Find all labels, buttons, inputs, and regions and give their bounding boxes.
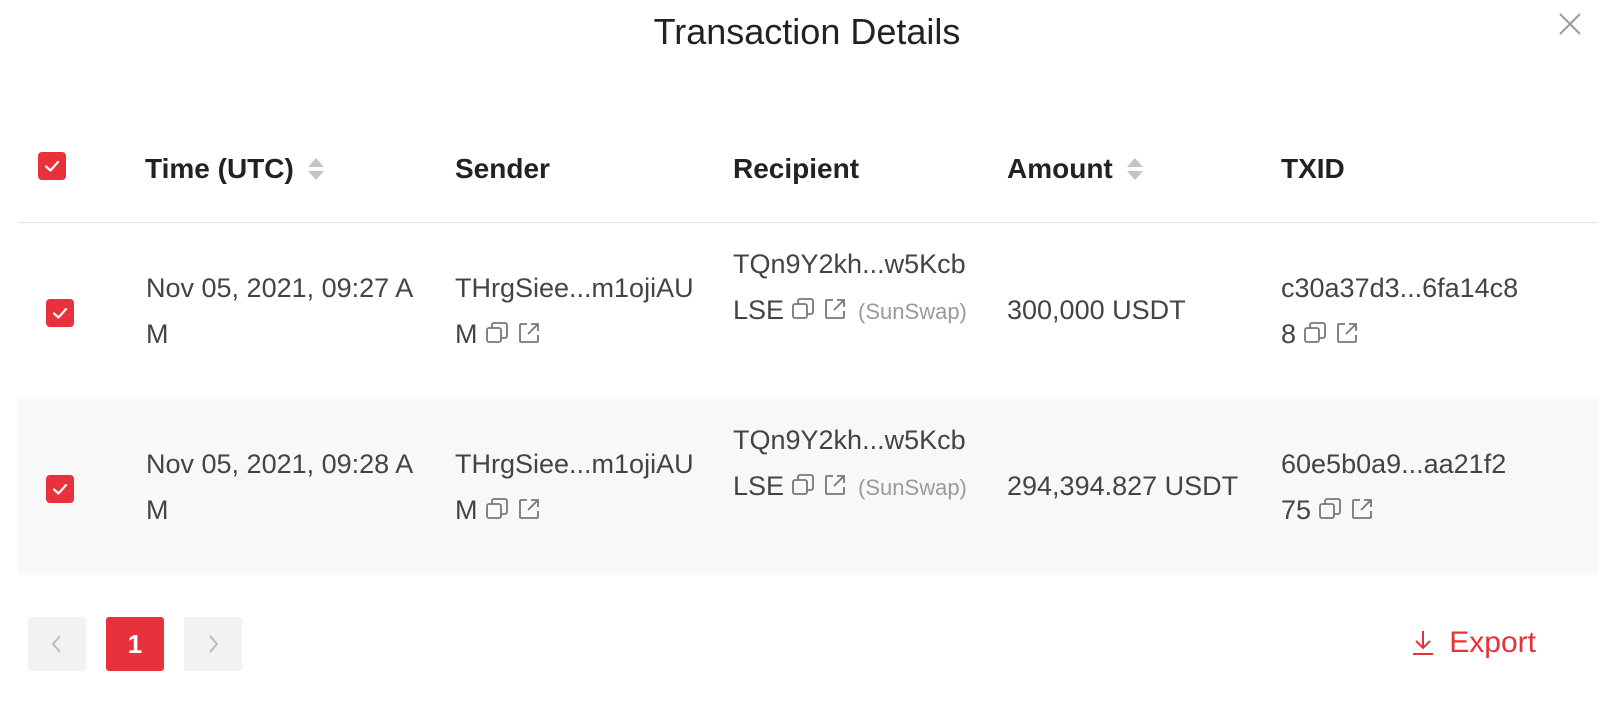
export-label: Export	[1449, 626, 1536, 659]
download-icon	[1409, 628, 1437, 658]
copy-icon[interactable]	[1302, 320, 1328, 346]
column-header-time[interactable]: Time (UTC)	[145, 149, 326, 189]
copy-icon[interactable]	[484, 320, 510, 346]
recipient-cell: TQn9Y2kh...w5KcbLSE (SunSwap)	[733, 417, 973, 511]
external-link-icon[interactable]	[1334, 320, 1360, 346]
chevron-right-icon	[204, 632, 222, 656]
table-row: Nov 05, 2021, 09:27 AM THrgSiee...m1ojiA…	[18, 223, 1598, 399]
recipient-tag: (SunSwap)	[858, 475, 967, 500]
txid-cell: c30a37d3...6fa14c88	[1281, 265, 1521, 357]
next-page-button[interactable]	[184, 617, 242, 671]
copy-icon[interactable]	[484, 496, 510, 522]
copy-icon[interactable]	[1317, 496, 1343, 522]
column-header-amount[interactable]: Amount	[1007, 149, 1145, 189]
sender-cell: THrgSiee...m1ojiAUM	[455, 441, 705, 533]
checkmark-icon	[51, 480, 69, 498]
modal-title: Transaction Details	[653, 11, 961, 52]
external-link-icon[interactable]	[516, 320, 542, 346]
txid-cell: 60e5b0a9...aa21f275	[1281, 441, 1521, 533]
row-checkbox[interactable]	[46, 299, 74, 327]
recipient-cell: TQn9Y2kh...w5KcbLSE (SunSwap)	[733, 241, 973, 335]
export-button[interactable]: Export	[1409, 620, 1536, 666]
row-checkbox[interactable]	[46, 475, 74, 503]
copy-icon[interactable]	[790, 472, 816, 498]
column-label: Recipient	[733, 153, 860, 184]
column-label: TXID	[1281, 153, 1345, 184]
column-header-txid: TXID	[1281, 149, 1345, 189]
page-button-1[interactable]: 1	[106, 617, 164, 671]
table-header: Time (UTC) Sender Recipient Amount TXID	[18, 115, 1598, 223]
column-label: Time (UTC)	[145, 153, 294, 184]
amount-cell: 300,000 USDT	[1007, 295, 1186, 325]
copy-icon[interactable]	[790, 296, 816, 322]
sort-icon[interactable]	[306, 155, 326, 183]
checkmark-icon	[51, 304, 69, 322]
txid-value[interactable]: 60e5b0a9...aa21f275	[1281, 449, 1506, 525]
external-link-icon[interactable]	[516, 496, 542, 522]
table-row: Nov 05, 2021, 09:28 AM THrgSiee...m1ojiA…	[18, 399, 1598, 575]
time-cell: Nov 05, 2021, 09:28 AM	[146, 449, 414, 525]
sender-cell: THrgSiee...m1ojiAUM	[455, 265, 705, 357]
external-link-icon[interactable]	[822, 296, 848, 322]
prev-page-button[interactable]	[28, 617, 86, 671]
recipient-tag: (SunSwap)	[858, 299, 967, 324]
chevron-left-icon	[48, 632, 66, 656]
column-header-sender: Sender	[455, 149, 550, 189]
amount-cell: 294,394.827 USDT	[1007, 471, 1239, 501]
close-button[interactable]	[1556, 10, 1584, 38]
close-icon	[1556, 10, 1584, 38]
column-label: Sender	[455, 153, 550, 184]
transactions-table: Time (UTC) Sender Recipient Amount TXID	[18, 115, 1598, 575]
sort-icon[interactable]	[1125, 155, 1145, 183]
time-cell: Nov 05, 2021, 09:27 AM	[146, 273, 414, 349]
external-link-icon[interactable]	[1349, 496, 1375, 522]
select-all-checkbox[interactable]	[38, 152, 66, 180]
column-header-recipient: Recipient	[733, 149, 859, 189]
external-link-icon[interactable]	[822, 472, 848, 498]
checkmark-icon	[43, 157, 61, 175]
column-label: Amount	[1007, 153, 1113, 184]
pagination: 1	[28, 617, 242, 671]
